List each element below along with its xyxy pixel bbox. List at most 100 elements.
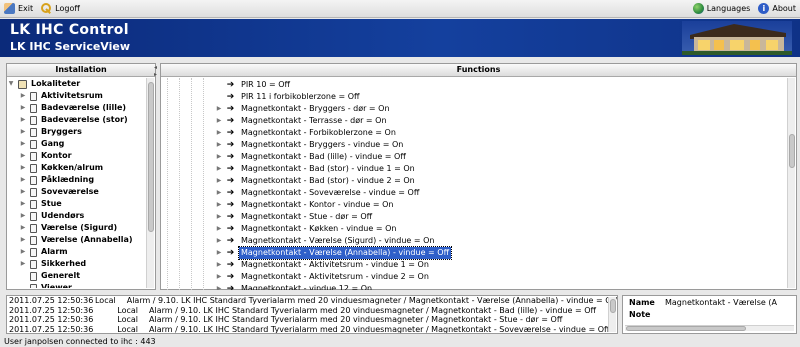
function-row[interactable]: ▶ ➔ Magnetkontakt - Bad (stor) - vindue 1 … bbox=[215, 163, 417, 175]
function-row[interactable]: ▶ ➔ Magnetkontakt - Aktivitetsrum - vindue… bbox=[215, 271, 431, 283]
properties-scroll-thumb[interactable] bbox=[626, 326, 746, 331]
collapsed-icon[interactable]: ▶ bbox=[215, 175, 223, 187]
tree-item[interactable]: Viewer bbox=[7, 282, 147, 288]
collapsed-icon[interactable]: ▶ bbox=[215, 247, 223, 259]
function-row[interactable]: ▶ ➔ Magnetkontakt - Værelse (Annabella) - … bbox=[215, 246, 453, 260]
collapsed-icon[interactable]: ▶ bbox=[215, 211, 223, 223]
collapsed-icon[interactable]: ▶ bbox=[215, 127, 223, 139]
tree-item[interactable]: Generelt bbox=[7, 270, 147, 282]
function-arrow-icon: ➔ bbox=[226, 116, 235, 126]
languages-button[interactable]: Languages bbox=[689, 1, 755, 17]
collapsed-icon[interactable]: ▶ bbox=[19, 162, 27, 174]
function-row[interactable]: ▶ ➔ Magnetkontakt - Bryggers - vindue = On bbox=[215, 139, 405, 151]
properties-hscrollbar[interactable] bbox=[625, 325, 794, 331]
function-row[interactable]: ➔ PIR 11 i forbikoblerzone = Off bbox=[215, 91, 362, 103]
functions-header: Functions bbox=[161, 64, 796, 77]
collapsed-icon[interactable]: ▶ bbox=[19, 198, 27, 210]
collapsed-icon[interactable]: ▶ bbox=[19, 126, 27, 138]
tree-item-label: Aktivitetsrum bbox=[41, 91, 103, 100]
collapsed-icon[interactable]: ▶ bbox=[215, 151, 223, 163]
collapsed-icon[interactable]: ▶ bbox=[215, 139, 223, 151]
tree-item[interactable]: ▶ Badeværelse (lille) bbox=[7, 102, 147, 114]
tree-item[interactable]: ▶ Køkken/alrum bbox=[7, 162, 147, 174]
collapsed-icon[interactable]: ▶ bbox=[215, 163, 223, 175]
log-row[interactable]: 2011.07.25 12:50:36 Local Alarm / 9.10. LK… bbox=[7, 296, 617, 306]
log-row[interactable]: 2011.07.25 12:50:36 Local Alarm / 9.10. LK… bbox=[7, 325, 617, 334]
collapsed-icon[interactable]: ▶ bbox=[215, 259, 223, 271]
exit-icon bbox=[4, 3, 15, 14]
function-row[interactable]: ▶ ➔ Magnetkontakt - Bad (stor) - vindue 2 … bbox=[215, 175, 417, 187]
tree-item[interactable]: ▶ Alarm bbox=[7, 246, 147, 258]
collapsed-icon[interactable]: ▶ bbox=[19, 186, 27, 198]
tree-item-label: Badeværelse (lille) bbox=[41, 103, 127, 112]
tree-item[interactable]: ▶ Kontor bbox=[7, 150, 147, 162]
collapsed-icon[interactable]: ▶ bbox=[215, 223, 223, 235]
status-bar: User janpolsen connected to ihc : 443 bbox=[4, 337, 156, 346]
tree-item[interactable]: ▶ Badeværelse (stor) bbox=[7, 114, 147, 126]
function-row[interactable]: ▶ ➔ Magnetkontakt - Værelse (Sigurd) - vin… bbox=[215, 235, 436, 247]
collapsed-icon[interactable]: ▶ bbox=[19, 246, 27, 258]
installation-panel: Installation ▼ Lokaliteter ▶ Aktivitetsru… bbox=[6, 63, 156, 290]
collapsed-icon[interactable]: ▶ bbox=[19, 150, 27, 162]
collapsed-icon[interactable]: ▶ bbox=[19, 90, 27, 102]
tree-item[interactable]: ▶ Stue bbox=[7, 198, 147, 210]
tree-item[interactable]: ▶ Værelse (Sigurd) bbox=[7, 222, 147, 234]
function-row[interactable]: ▶ ➔ Magnetkontakt - Kontor - vindue = On bbox=[215, 199, 395, 211]
collapsed-icon[interactable]: ▶ bbox=[19, 114, 27, 126]
log-row[interactable]: 2011.07.25 12:50:36 Local Alarm / 9.10. LK… bbox=[7, 306, 617, 316]
function-row[interactable]: ▶ ➔ Magnetkontakt - Terrasse - dør = On bbox=[215, 115, 389, 127]
about-button[interactable]: i About bbox=[754, 1, 800, 17]
tree-root[interactable]: ▼ Lokaliteter bbox=[7, 78, 147, 90]
folder-icon bbox=[30, 283, 37, 288]
tree-item[interactable]: ▶ Påklædning bbox=[7, 174, 147, 186]
collapsed-icon[interactable]: ▶ bbox=[215, 283, 223, 290]
log-row[interactable]: 2011.07.25 12:50:36 Local Alarm / 9.10. LK… bbox=[7, 315, 617, 325]
installation-scroll-thumb[interactable] bbox=[148, 82, 154, 232]
function-row[interactable]: ▶ ➔ Magnetkontakt - vindue 12 = On bbox=[215, 283, 374, 290]
tree-item[interactable]: ▶ Værelse (Annabella) bbox=[7, 234, 147, 246]
tree-item[interactable]: ▶ Aktivitetsrum bbox=[7, 90, 147, 102]
collapsed-icon[interactable]: ▶ bbox=[215, 115, 223, 127]
functions-scrollbar[interactable] bbox=[787, 78, 795, 288]
collapsed-icon[interactable]: ▶ bbox=[19, 258, 27, 270]
collapsed-icon[interactable]: ▶ bbox=[19, 222, 27, 234]
expanded-icon[interactable]: ▼ bbox=[7, 78, 15, 90]
exit-button[interactable]: Exit bbox=[0, 1, 37, 17]
function-row[interactable]: ▶ ➔ Magnetkontakt - Stue - dør = Off bbox=[215, 211, 374, 223]
collapsed-icon[interactable]: ▶ bbox=[19, 234, 27, 246]
tree-item[interactable]: ▶ Gang bbox=[7, 138, 147, 150]
tree-item[interactable]: ▶ Udendørs bbox=[7, 210, 147, 222]
collapsed-icon[interactable]: ▶ bbox=[215, 271, 223, 283]
function-row[interactable]: ▶ ➔ Magnetkontakt - Køkken - vindue = On bbox=[215, 223, 398, 235]
function-row[interactable]: ▶ ➔ Magnetkontakt - Bryggers - dør = On bbox=[215, 103, 392, 115]
collapsed-icon[interactable]: ▶ bbox=[215, 187, 223, 199]
property-note-value[interactable] bbox=[665, 309, 796, 320]
function-row[interactable]: ➔ PIR 10 = Off bbox=[215, 79, 292, 91]
collapsed-icon[interactable]: ▶ bbox=[215, 103, 223, 115]
function-label: Magnetkontakt - vindue 12 = On bbox=[241, 284, 373, 290]
collapsed-icon[interactable]: ▶ bbox=[19, 102, 27, 114]
log-time: 2011.07.25 12:50:36 bbox=[9, 296, 94, 305]
languages-label: Languages bbox=[706, 4, 751, 13]
function-label: Magnetkontakt - Bad (lille) - vindue = O… bbox=[241, 152, 406, 161]
installation-scrollbar[interactable] bbox=[146, 78, 154, 288]
collapsed-icon[interactable]: ▶ bbox=[215, 235, 223, 247]
collapsed-icon[interactable]: ▶ bbox=[215, 199, 223, 211]
collapsed-icon[interactable]: ▶ bbox=[19, 138, 27, 150]
toolbar: Exit Logoff Languages i About bbox=[0, 0, 800, 18]
collapsed-icon[interactable]: ▶ bbox=[19, 174, 27, 186]
tree-item[interactable]: ▶ Bryggers bbox=[7, 126, 147, 138]
function-row[interactable]: ▶ ➔ Magnetkontakt - Forbikoblerzone = On bbox=[215, 127, 398, 139]
function-row[interactable]: ▶ ➔ Magnetkontakt - Aktivitetsrum - vindue… bbox=[215, 259, 431, 271]
tree-item[interactable]: ▶ Sikkerhed bbox=[7, 258, 147, 270]
tree-item-label: Sikkerhed bbox=[41, 259, 87, 268]
collapsed-icon[interactable]: ▶ bbox=[19, 210, 27, 222]
tree-item-label: Værelse (Annabella) bbox=[41, 235, 133, 244]
log-scrollbar[interactable] bbox=[608, 297, 616, 332]
tree-item[interactable]: ▶ Soveværelse bbox=[7, 186, 147, 198]
function-row[interactable]: ▶ ➔ Magnetkontakt - Soveværelse - vindue =… bbox=[215, 187, 421, 199]
logoff-button[interactable]: Logoff bbox=[37, 1, 84, 17]
log-scroll-thumb[interactable] bbox=[610, 299, 616, 313]
functions-scroll-thumb[interactable] bbox=[789, 134, 795, 168]
function-row[interactable]: ▶ ➔ Magnetkontakt - Bad (lille) - vindue =… bbox=[215, 151, 408, 163]
